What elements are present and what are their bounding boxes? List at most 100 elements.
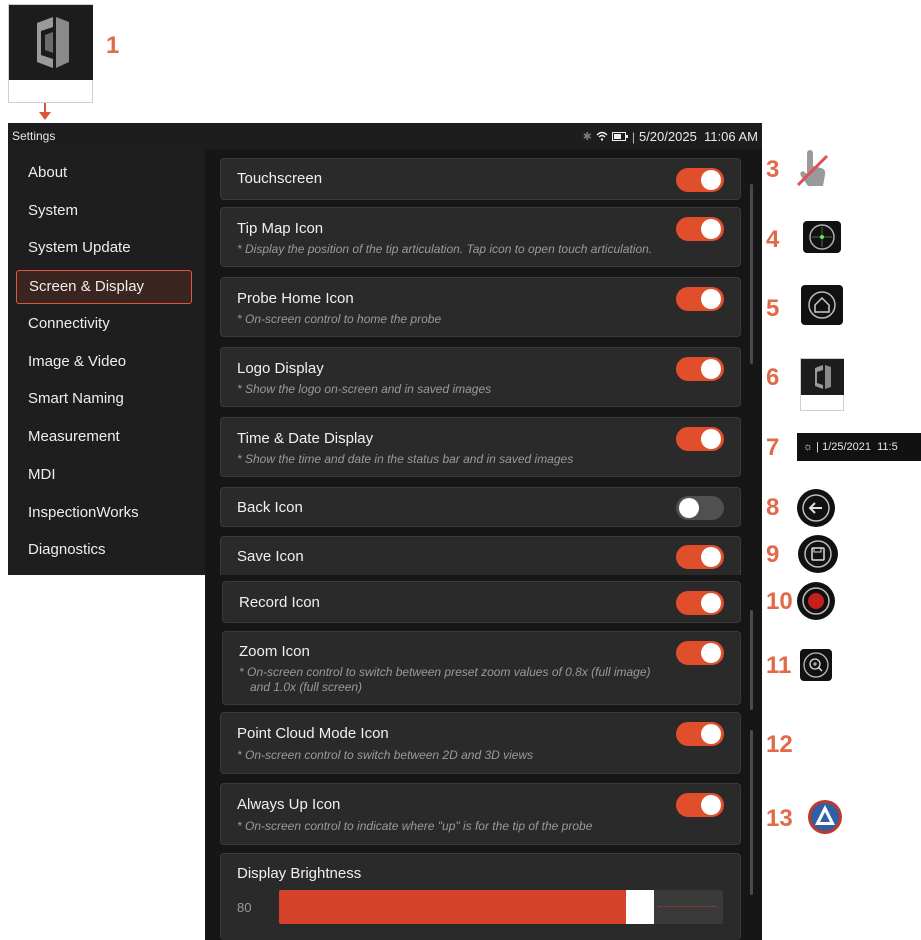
setting-title: Touchscreen xyxy=(237,170,323,187)
save-icon-toggle[interactable] xyxy=(676,545,724,569)
setting-title: Save Icon xyxy=(237,548,304,565)
setting-title: Always Up Icon xyxy=(237,796,341,813)
sidebar-item-connectivity[interactable]: Connectivity xyxy=(16,309,192,339)
logo-icon xyxy=(801,359,844,395)
probe-home-icon-toggle[interactable] xyxy=(676,287,724,311)
logo-display-toggle[interactable] xyxy=(676,357,724,381)
sidebar-item-mdi[interactable]: MDI xyxy=(16,460,192,490)
setting-description: * On-screen control to switch between pr… xyxy=(239,665,651,679)
time-date-display-toggle[interactable] xyxy=(676,427,724,451)
point-cloud-mode-icon-toggle[interactable] xyxy=(676,722,724,746)
callout-11: 11 xyxy=(766,652,792,679)
callout-3: 3 xyxy=(766,156,780,183)
sidebar-item-system[interactable]: System xyxy=(16,196,192,226)
setting-display-brightness: Display Brightness 80 xyxy=(220,853,741,940)
setting-tip-map-icon: Tip Map Icon * Display the position of t… xyxy=(220,207,741,267)
record-icon xyxy=(797,582,835,620)
status-bar: Settings ✱ | 5/20/2025 11:06 AM xyxy=(8,123,762,149)
status-datetime: 5/20/2025 11:06 AM xyxy=(638,129,758,144)
datetime-display-preview: ☼ | 1/25/2021 11:5 xyxy=(797,433,921,461)
setting-title: Back Icon xyxy=(237,499,303,516)
sidebar-item-measurement[interactable]: Measurement xyxy=(16,422,192,452)
record-icon-toggle[interactable] xyxy=(676,591,724,615)
brightness-value: 80 xyxy=(237,900,252,915)
setting-title: Tip Map Icon xyxy=(237,220,324,237)
back-arrow-icon xyxy=(797,489,835,527)
setting-probe-home-icon: Probe Home Icon * On-screen control to h… xyxy=(220,277,741,337)
setting-touchscreen: Touchscreen xyxy=(220,158,741,200)
callout-12: 12 xyxy=(766,731,793,758)
settings-panel-bottom: Point Cloud Mode Icon * On-screen contro… xyxy=(205,710,762,940)
setting-description: * On-screen control to home the probe xyxy=(237,312,442,326)
setting-save-icon: Save Icon xyxy=(220,536,741,575)
callout-4: 4 xyxy=(766,226,780,253)
setting-title: Probe Home Icon xyxy=(237,290,354,307)
tip-map-icon-toggle[interactable] xyxy=(676,217,724,241)
setting-always-up-icon: Always Up Icon * On-screen control to in… xyxy=(220,783,741,845)
battery-icon xyxy=(611,130,628,144)
callout-10: 10 xyxy=(766,588,793,615)
setting-back-icon: Back Icon xyxy=(220,487,741,527)
setting-title: Logo Display xyxy=(237,360,324,377)
brightness-fill xyxy=(279,890,626,924)
probe-home-icon xyxy=(801,285,843,325)
callout-1: 1 xyxy=(106,32,120,59)
setting-title: Time & Date Display xyxy=(237,430,374,447)
always-up-icon-toggle[interactable] xyxy=(676,793,724,817)
datetime-preview-text: 1/25/2021 11:5 xyxy=(822,441,898,453)
callout-9: 9 xyxy=(766,541,780,568)
logo-display-preview xyxy=(800,358,844,411)
window-title: Settings xyxy=(12,129,56,143)
setting-title: Point Cloud Mode Icon xyxy=(237,725,389,742)
setting-point-cloud-mode-icon: Point Cloud Mode Icon * On-screen contro… xyxy=(220,712,741,774)
touch-disabled-icon xyxy=(793,148,831,195)
setting-logo-display: Logo Display * Show the logo on-screen a… xyxy=(220,347,741,407)
setting-description: * Show the logo on-screen and in saved i… xyxy=(237,382,492,396)
logo-icon xyxy=(9,5,93,80)
zoom-icon-toggle[interactable] xyxy=(676,641,724,665)
bluetooth-icon: ✱ xyxy=(582,131,592,143)
zoom-icon xyxy=(800,649,832,681)
setting-description: * Display the position of the tip articu… xyxy=(237,242,653,256)
setting-description: * On-screen control to switch between 2D… xyxy=(237,748,534,762)
sidebar-item-about[interactable]: About xyxy=(16,158,192,188)
settings-panel: Touchscreen Tip Map Icon * Display the p… xyxy=(205,149,762,575)
brightness-slider-handle[interactable] xyxy=(626,890,654,924)
callout-6: 6 xyxy=(766,364,780,391)
callout-13: 13 xyxy=(766,805,793,832)
scrollbar[interactable] xyxy=(750,184,753,364)
wifi-icon xyxy=(596,130,608,144)
arrow-down-icon xyxy=(39,112,51,120)
tip-map-icon xyxy=(803,221,841,253)
callout-7: 7 xyxy=(766,434,780,461)
callout-8: 8 xyxy=(766,494,780,521)
setting-zoom-icon: Zoom Icon * On-screen control to switch … xyxy=(222,631,741,705)
setting-description: * Show the time and date in the status b… xyxy=(237,452,574,466)
setting-title: Record Icon xyxy=(239,594,320,611)
scrollbar[interactable] xyxy=(750,730,753,895)
back-icon-toggle[interactable] xyxy=(676,496,724,520)
logo-preview xyxy=(8,4,93,103)
setting-time-date-display: Time & Date Display * Show the time and … xyxy=(220,417,741,477)
settings-panel-continued: Record Icon Zoom Icon * On-screen contro… xyxy=(205,575,762,710)
brightness-track-marker xyxy=(658,906,717,907)
scrollbar[interactable] xyxy=(750,610,753,710)
sidebar-item-smart-naming[interactable]: Smart Naming xyxy=(16,384,192,414)
sidebar-item-image-video[interactable]: Image & Video xyxy=(16,347,192,377)
sidebar-item-inspectionworks[interactable]: InspectionWorks xyxy=(16,498,192,528)
setting-title: Display Brightness xyxy=(237,865,362,882)
sidebar-item-system-update[interactable]: System Update xyxy=(16,233,192,263)
setting-description-line-2: and 1.0x (full screen) xyxy=(250,680,363,694)
setting-record-icon: Record Icon xyxy=(222,581,741,623)
touchscreen-toggle[interactable] xyxy=(676,168,724,192)
sidebar-item-screen-display[interactable]: Screen & Display xyxy=(16,270,192,304)
callout-5: 5 xyxy=(766,295,780,322)
setting-title: Zoom Icon xyxy=(239,643,310,660)
always-up-icon xyxy=(807,799,843,835)
brightness-icon: ☼ xyxy=(803,441,814,453)
save-icon xyxy=(798,535,838,573)
sidebar: About System System Update Screen & Disp… xyxy=(8,149,205,575)
setting-description: * On-screen control to indicate where "u… xyxy=(237,819,593,833)
brightness-slider[interactable] xyxy=(279,890,723,924)
sidebar-item-diagnostics[interactable]: Diagnostics xyxy=(16,535,192,565)
